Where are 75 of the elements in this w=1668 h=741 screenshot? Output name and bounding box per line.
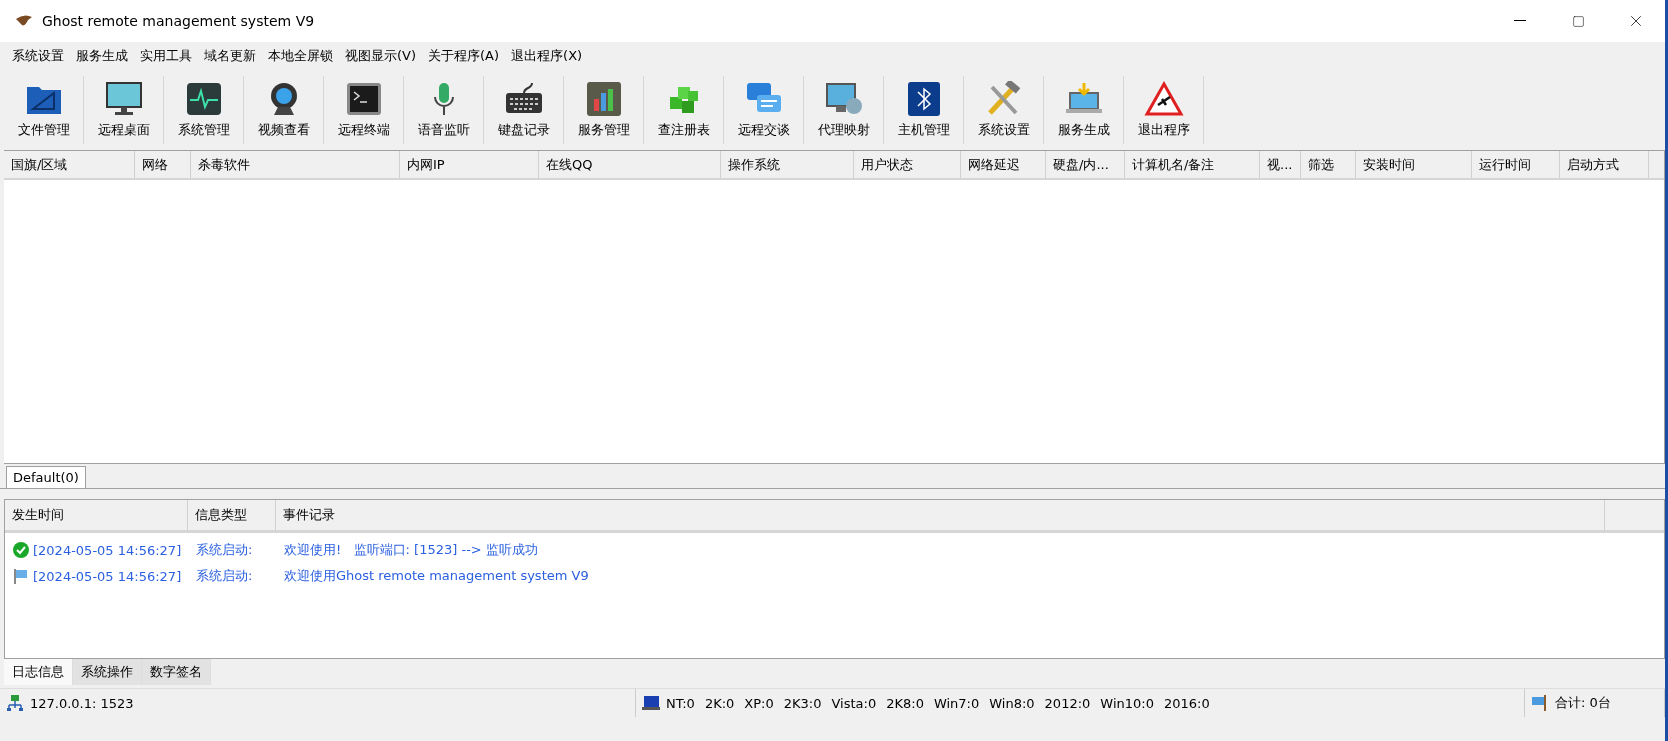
column-header[interactable]: 计算机名/备注 [1125,151,1260,178]
bottom-tab[interactable]: 日志信息 [4,659,73,685]
toolbar-button[interactable]: 服务生成 [1044,76,1124,144]
window-title: Ghost remote management system V9 [42,13,316,29]
os-count: Win7:0 [933,695,980,711]
column-header[interactable]: 硬盘/内... [1046,151,1125,178]
toolbar-button[interactable]: 服务管理 [564,76,644,144]
toolbar-button[interactable]: 退出程序 [1124,76,1204,144]
toolbar-button[interactable]: 视频查看 [244,76,324,144]
network-icon [6,694,24,712]
toolbar-button[interactable]: 主机管理 [884,76,964,144]
column-header[interactable]: 发生时间 [5,500,188,530]
toolbar-button[interactable]: 远程终端 [324,76,404,144]
os-count: 2012:0 [1044,695,1091,711]
computer-icon [642,695,660,711]
toolbar-button[interactable]: 文件管理 [4,76,84,144]
toolbar-button[interactable]: 远程桌面 [84,76,164,144]
column-header[interactable]: 操作系统 [721,151,854,178]
toolbar-button[interactable]: 语音监听 [404,76,484,144]
column-header[interactable]: 国旗/区域 [4,151,135,178]
minimize-icon [1514,20,1526,22]
os-count: Win8:0 [989,695,1035,711]
flag-icon [1531,694,1549,712]
menu-item[interactable]: 服务生成 [70,47,134,65]
monitor-globe-icon [823,81,864,117]
warning-sign-icon [1143,81,1184,117]
check-circle-icon [13,542,29,558]
log-time: [2024-05-05 14:56:27] [33,568,183,584]
log-message: 欢迎使用! 监听端口: [1523] --> 监听成功 [284,541,538,559]
os-count: 2K8:0 [886,695,924,711]
column-header[interactable]: 网络 [135,151,191,178]
column-header[interactable]: 启动方式 [1560,151,1649,178]
toolbar-button[interactable]: 系统管理 [164,76,244,144]
bottom-tab[interactable]: 数字签名 [142,659,211,685]
column-header[interactable]: 杀毒软件 [191,151,400,178]
column-header[interactable]: 用户状态 [854,151,961,178]
os-count: Vista:0 [831,695,877,711]
column-header[interactable]: 内网IP [400,151,539,178]
toolbar-button[interactable]: 代理映射 [804,76,884,144]
os-count: NT:0 [666,695,695,711]
column-header[interactable]: 运行时间 [1472,151,1560,178]
menu-item[interactable]: 本地全屏锁 [262,47,339,65]
toolbar-button[interactable]: 查注册表 [644,76,724,144]
column-header[interactable]: 在线QQ [539,151,721,178]
column-header[interactable]: 网络延迟 [961,151,1046,178]
bottom-tab[interactable]: 系统操作 [73,659,142,685]
os-count: 2016:0 [1163,695,1210,711]
column-header[interactable]: 视... [1260,151,1301,178]
menu-item[interactable]: 视图显示(V) [339,47,423,65]
log-time: [2024-05-05 14:56:27] [33,542,183,558]
total-count: 合计: 0台 [1555,694,1611,712]
log-message: 欢迎使用Ghost remote management system V9 [284,567,589,585]
flag-icon [13,568,29,584]
toolbar-button[interactable]: 系统设置 [964,76,1044,144]
log-type: 系统启动: [196,567,254,585]
server-address: 127.0.0.1: 1523 [30,695,134,711]
column-header[interactable]: 信息类型 [188,500,276,530]
toolbar-button[interactable]: 键盘记录 [484,76,564,144]
os-count: XP:0 [744,695,774,711]
menu-item[interactable]: 域名更新 [198,47,262,65]
menu-item[interactable]: 退出程序(X) [505,47,589,65]
monitor-icon [103,81,144,117]
toolbar-button[interactable]: 远程交谈 [724,76,804,144]
os-count: 2K3:0 [783,695,822,711]
menu-item[interactable]: 系统设置 [6,47,70,65]
menu-item[interactable]: 关于程序(A) [422,47,506,65]
group-tab[interactable]: Default(0) [6,466,86,488]
os-count: Win10:0 [1100,695,1154,711]
log-type: 系统启动: [196,541,254,559]
column-header[interactable]: 筛选 [1301,151,1356,178]
column-header[interactable]: 安装时间 [1356,151,1472,178]
menu-item[interactable]: 实用工具 [134,47,198,65]
os-count: 2K:0 [704,695,735,711]
maximize-icon [1571,14,1585,28]
column-header[interactable]: 事件记录 [276,500,1605,530]
